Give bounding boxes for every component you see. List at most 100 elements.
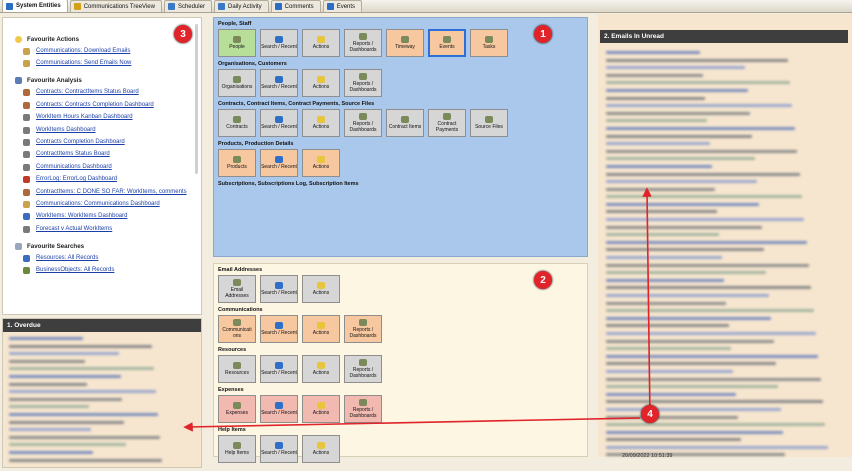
tile-label: Tasks — [482, 43, 496, 50]
tile-reports-dashboards[interactable]: Reports / Dashboards — [344, 395, 382, 423]
favourite-link[interactable]: ErrorLog: ErrorLog Dashboard — [36, 176, 117, 183]
tile-reports-dashboards[interactable]: Reports / Dashboards — [344, 355, 382, 383]
chart-icon — [359, 319, 367, 326]
tile-actions[interactable]: Actions — [302, 29, 340, 57]
favourite-link[interactable]: Forecast v Actual WorkItems — [36, 226, 112, 233]
tile-search-recent[interactable]: Search / Recent — [260, 355, 298, 383]
tab-scheduler[interactable]: Scheduler — [163, 0, 212, 12]
favourite-item[interactable]: Resources: All Records — [23, 254, 195, 262]
favourite-link[interactable]: WorkItem Hours Kanban Dashboard — [36, 114, 133, 121]
favourite-link[interactable]: Contracts: Contracts Completion Dashboar… — [36, 102, 154, 109]
tile-contract-items[interactable]: Contract Items — [386, 109, 424, 137]
favourite-item[interactable]: ContractItems: C DONE SO FAR: WorkItems,… — [23, 188, 195, 196]
tile-resources[interactable]: Resources — [218, 355, 256, 383]
section-contracts: Contracts, Contract Items, Contract Paym… — [218, 101, 375, 107]
marker-3: 3 — [174, 25, 192, 43]
tile-reports-dashboards[interactable]: Reports / Dashboards — [344, 69, 382, 97]
timeway-icon — [401, 35, 409, 43]
favourite-item[interactable]: Communications Dashboard — [23, 163, 195, 171]
favourite-link[interactable]: BusinessObjects: All Records — [36, 267, 114, 274]
tile-label: Reports / Dashboards — [349, 327, 377, 339]
tile-search-recent[interactable]: Search / Recent — [260, 395, 298, 423]
favourite-link[interactable]: ContractItems: C DONE SO FAR: WorkItems,… — [36, 189, 187, 196]
tile-events[interactable]: Events — [428, 29, 466, 57]
tile-actions[interactable]: Actions — [302, 315, 340, 343]
favourite-item[interactable]: Communications: Send Emails Now — [23, 60, 195, 68]
tile-help-items[interactable]: Help Items — [218, 435, 256, 463]
tile-label: Actions — [312, 329, 330, 336]
favourite-item[interactable]: Communications: Download Emails — [23, 48, 195, 55]
blurred-text-line — [9, 443, 127, 447]
favourite-item[interactable]: BusinessObjects: All Records — [23, 267, 195, 275]
favourite-link[interactable]: Communications: Download Emails — [36, 48, 130, 55]
tile-search-recent[interactable]: Search / Recent — [260, 435, 298, 463]
favourite-item[interactable]: Forecast v Actual WorkItems — [23, 225, 195, 233]
blurred-text-line — [606, 240, 807, 244]
tile-timeway[interactable]: Timeway — [386, 29, 424, 57]
favourite-item[interactable]: Contracts: Contracts Completion Dashboar… — [23, 101, 195, 109]
tile-people[interactable]: People — [218, 29, 256, 57]
favourite-item[interactable]: WorkItem Hours Kanban Dashboard — [23, 114, 195, 122]
tile-actions[interactable]: Actions — [302, 109, 340, 137]
tile-reports-dashboards[interactable]: Reports / Dashboards — [344, 109, 382, 137]
favourite-link[interactable]: WorkItems Dashboard — [36, 127, 96, 134]
tab-daily-activity[interactable]: Daily Activity — [213, 0, 269, 12]
tile-products[interactable]: Products — [218, 149, 256, 177]
tile-source-files[interactable]: Source Files — [470, 109, 508, 137]
tile-actions[interactable]: Actions — [302, 435, 340, 463]
blurred-text-line — [9, 412, 158, 416]
favourite-link[interactable]: ContractItems Status Board — [36, 151, 110, 158]
tile-actions[interactable]: Actions — [302, 149, 340, 177]
favourites-scrollbar[interactable] — [195, 24, 198, 174]
tab-communications-treeview[interactable]: Communications TreeView — [69, 0, 162, 12]
favourite-link[interactable]: WorkItems: WorkItems Dashboard — [36, 213, 127, 220]
tile-label: Reports / Dashboards — [349, 367, 377, 379]
favourite-item[interactable]: WorkItems Dashboard — [23, 126, 195, 134]
tile-search-recent[interactable]: Search / Recent — [260, 315, 298, 343]
tile-organisations[interactable]: Organisations — [218, 69, 256, 97]
favourite-link[interactable]: Resources: All Records — [36, 255, 98, 262]
tile-contracts[interactable]: Contracts — [218, 109, 256, 137]
tab-comments[interactable]: Comments — [270, 0, 321, 12]
tile-actions[interactable]: Actions — [302, 355, 340, 383]
favourite-item[interactable]: ContractItems Status Board — [23, 151, 195, 159]
blurred-text-line — [606, 324, 729, 328]
tile-email-addresses[interactable]: Email Addresses — [218, 275, 256, 303]
favourite-link[interactable]: Communications: Send Emails Now — [36, 60, 131, 67]
tile-search-recent[interactable]: Search / Recent — [260, 109, 298, 137]
tile-label: Actions — [312, 163, 330, 170]
tab-events[interactable]: Events — [322, 0, 363, 12]
favourite-item[interactable]: WorkItems: WorkItems Dashboard — [23, 213, 195, 221]
tile-tasks[interactable]: Tasks — [470, 29, 508, 57]
analysis-icon — [23, 126, 30, 134]
favourite-item[interactable]: ErrorLog: ErrorLog Dashboard — [23, 176, 195, 184]
tile-search-recent[interactable]: Search / Recent — [260, 69, 298, 97]
contract-icon — [233, 115, 241, 123]
favourite-item[interactable]: Contracts: ContractItems Status Board — [23, 89, 195, 97]
tile-search-recent[interactable]: Search / Recent — [260, 149, 298, 177]
blurred-text-line — [9, 359, 86, 363]
tile-contract-payments[interactable]: Contract Payments — [428, 109, 466, 137]
favourite-link[interactable]: Communications Dashboard — [36, 164, 112, 171]
favourite-item[interactable]: Communications: Communications Dashboard — [23, 200, 195, 208]
favourite-link[interactable]: Communications: Communications Dashboard — [36, 201, 160, 208]
tab-system-entities[interactable]: System Entities — [2, 0, 68, 12]
favourite-item[interactable]: Contracts Completion Dashboard — [23, 138, 195, 146]
tile-search-recent[interactable]: Search / Recent — [260, 275, 298, 303]
blurred-text-line — [606, 142, 710, 146]
tile-reports-dashboards[interactable]: Reports / Dashboards — [344, 29, 382, 57]
tile-reports-dashboards[interactable]: Reports / Dashboards — [344, 315, 382, 343]
tile-communicati-ons[interactable]: Communicati ons — [218, 315, 256, 343]
tile-search-recent[interactable]: Search / Recent — [260, 29, 298, 57]
favourite-link[interactable]: Contracts: ContractItems Status Board — [36, 89, 139, 96]
tile-actions[interactable]: Actions — [302, 69, 340, 97]
overdue-title: 1. Overdue — [3, 319, 201, 332]
tile-actions[interactable]: Actions — [302, 395, 340, 423]
favourite-link[interactable]: Contracts Completion Dashboard — [36, 139, 125, 146]
tile-expenses[interactable]: Expenses — [218, 395, 256, 423]
blurred-text-line — [606, 407, 781, 411]
blurred-text-line — [606, 445, 828, 449]
blurred-text-line — [606, 392, 736, 396]
tile-actions[interactable]: Actions — [302, 275, 340, 303]
right-pane: 2. Emails In Unread 20/09/2022 10:51:39 — [598, 14, 852, 459]
